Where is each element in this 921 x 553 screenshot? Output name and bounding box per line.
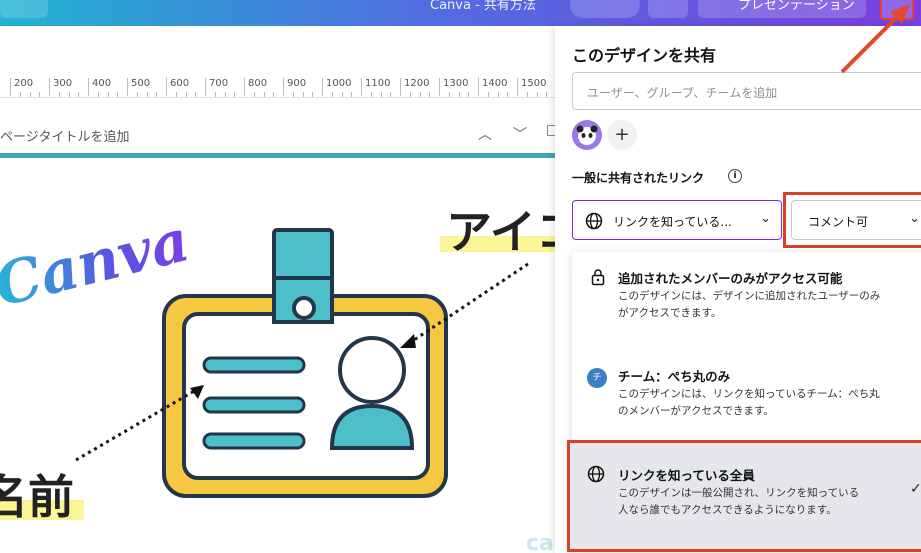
id-card-illustration: Canva アイコ 名前 ca: [0, 205, 582, 553]
ruler-minor-tick: [263, 92, 265, 97]
chevron-up-icon[interactable]: ︿: [478, 124, 492, 144]
ruler-minor-tick: [214, 92, 216, 97]
ruler-tick: 1500: [517, 78, 546, 96]
ruler-minor-tick: [136, 92, 138, 97]
permission-value: コメント可: [808, 215, 869, 229]
option-desc: 人なら誰でもアクセスできるようになります。: [618, 504, 837, 516]
ruler-minor-tick: [29, 92, 31, 97]
lock-icon: [591, 269, 605, 286]
ruler-tick: 1000: [322, 78, 351, 96]
permission-select[interactable]: コメント可 ⌄: [791, 200, 921, 240]
option-title: リンクを知っている全員: [618, 468, 755, 483]
horizontal-ruler: 200 300 400 500 600 700 800 900 1000 1100 1200 1300…: [0, 70, 560, 98]
ruler-minor-tick: [97, 92, 99, 97]
icon-label: アイコ: [446, 205, 560, 259]
ruler-minor-tick: [419, 92, 421, 97]
globe-icon: [585, 212, 603, 230]
ruler-minor-tick: [302, 92, 304, 97]
globe-icon: [587, 465, 605, 483]
ruler-minor-tick: [487, 92, 489, 97]
ruler-minor-tick: [370, 92, 372, 97]
info-icon[interactable]: i: [728, 169, 742, 183]
ruler-minor-tick: [19, 92, 21, 97]
ruler-minor-tick: [507, 92, 509, 97]
option-desc: このデザインには、デザインに追加されたユーザーのみ: [618, 290, 881, 302]
chevron-down-icon[interactable]: ﹀: [513, 124, 527, 144]
option-title: 追加されたメンバーのみがアクセス可能: [618, 271, 843, 286]
top-toolbar: Canva - 共有方法 プレゼンテーション: [0, 0, 921, 26]
canva-logo: Canva: [0, 206, 196, 320]
ruler-minor-tick: [429, 92, 431, 97]
ruler-minor-tick: [273, 92, 275, 97]
ruler-minor-tick: [292, 92, 294, 97]
page-header: ページタイトルを追加 ︿ ﹀ □: [0, 118, 560, 154]
ruler-minor-tick: [39, 92, 41, 97]
option-desc: がアクセスできます。: [618, 307, 722, 319]
ruler-minor-tick: [253, 92, 255, 97]
menu-button[interactable]: [0, 0, 48, 18]
ruler-minor-tick: [351, 92, 353, 97]
ruler-minor-tick: [390, 92, 392, 97]
ruler-tick: 1400: [478, 78, 507, 96]
ruler-minor-tick: [341, 92, 343, 97]
share-panel: このデザインを共有 ユーザー、グループ、チームを追加 + 一般に共有されたリンク…: [555, 26, 921, 553]
document-title[interactable]: Canva - 共有方法: [430, 0, 536, 13]
ruler-minor-tick: [107, 92, 109, 97]
ruler-minor-tick: [331, 92, 333, 97]
ruler-minor-tick: [468, 92, 470, 97]
option-desc: のメンバーがアクセスできます。: [618, 405, 774, 417]
ruler-minor-tick: [234, 92, 236, 97]
option-title: チーム：ぺち丸のみ: [618, 369, 731, 384]
ruler-minor-tick: [526, 92, 528, 97]
page-title-input[interactable]: ページタイトルを追加: [0, 126, 129, 145]
chevron-down-icon: ⌄: [909, 211, 920, 226]
add-member-button[interactable]: +: [607, 120, 637, 150]
ruler-minor-tick: [224, 92, 226, 97]
link-access-select[interactable]: リンクを知っている... ⌄: [572, 200, 782, 240]
option-anyone-with-link[interactable]: リンクを知っている全員 このデザインは一般公開され、リンクを知っている 人なら誰…: [567, 440, 921, 552]
ruler-minor-tick: [117, 92, 119, 97]
add-people-placeholder: ユーザー、グループ、チームを追加: [587, 86, 778, 100]
ruler-minor-tick: [458, 92, 460, 97]
general-link-label: 一般に共有されたリンク: [572, 171, 705, 185]
ruler-minor-tick: [409, 92, 411, 97]
ruler-minor-tick: [146, 92, 148, 97]
annotation-arrow: [840, 4, 910, 74]
ruler-tick: 1300: [439, 78, 468, 96]
collaborator-avatar-button[interactable]: [570, 0, 640, 18]
canva-watermark: ca: [526, 531, 554, 553]
app-window: Canva - 共有方法 プレゼンテーション 200 300 400 500 600 70…: [0, 0, 921, 553]
ruler-minor-tick: [312, 92, 314, 97]
share-panel-title: このデザインを共有: [572, 46, 717, 65]
ruler-minor-tick: [195, 92, 197, 97]
panda-avatar-icon: [576, 125, 598, 145]
link-access-value: リンクを知っている...: [613, 215, 732, 229]
ruler-minor-tick: [380, 92, 382, 97]
name-label: 名前: [0, 470, 74, 524]
option-desc: このデザインには、リンクを知っているチーム：ぺち丸: [618, 388, 880, 400]
ruler-tick: 1200: [400, 78, 429, 96]
ruler-tick: 1100: [361, 78, 390, 96]
avatar[interactable]: [572, 120, 602, 150]
design-canvas[interactable]: Canva アイコ 名前 ca: [0, 158, 582, 553]
ruler-minor-tick: [175, 92, 177, 97]
ruler-minor-tick: [185, 92, 187, 97]
chevron-down-icon: ⌄: [760, 211, 771, 226]
check-icon: ✓: [910, 481, 921, 497]
ruler-minor-tick: [497, 92, 499, 97]
ruler-minor-tick: [156, 92, 158, 97]
ruler-minor-tick: [546, 92, 548, 97]
ruler-minor-tick: [58, 92, 60, 97]
ruler-minor-tick: [536, 92, 538, 97]
ruler-minor-tick: [78, 92, 80, 97]
option-team-only[interactable]: チ チーム：ぺち丸のみ このデザインには、リンクを知っているチーム：ぺち丸 のメ…: [555, 364, 915, 434]
ruler-minor-tick: [448, 92, 450, 97]
ruler-minor-tick: [68, 92, 70, 97]
analytics-button[interactable]: [648, 0, 688, 18]
team-badge-icon: チ: [587, 368, 607, 388]
option-members-only[interactable]: 追加されたメンバーのみがアクセス可能 このデザインには、デザインに追加されたユー…: [555, 262, 915, 342]
option-desc: このデザインは一般公開され、リンクを知っている: [618, 487, 860, 499]
